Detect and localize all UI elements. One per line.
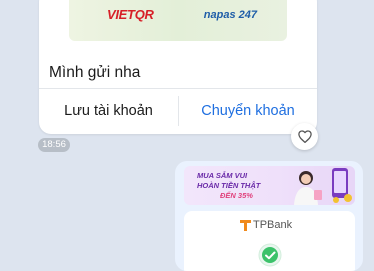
banner-line-2: HOÀN TIỀN THẬT — [197, 181, 261, 190]
success-check-icon — [258, 243, 282, 267]
message-text: Mình gửi nha — [49, 64, 141, 81]
transfer-button[interactable]: Chuyển khoản — [179, 96, 317, 126]
heart-icon — [297, 130, 312, 143]
bank-transfer-card[interactable]: VIETQR napas 247 Mình gửi nha Lưu tài kh… — [39, 0, 317, 134]
outgoing-bank-card[interactable]: MUA SẮM VUI HOÀN TIỀN THẬT ĐẾN 35% TPBan… — [175, 161, 363, 271]
napas-logo: napas 247 — [203, 9, 257, 21]
promo-phone-illustration — [332, 168, 352, 203]
vietqr-logo: VIETQR — [107, 7, 154, 22]
qr-brand-strip: VIETQR napas 247 — [69, 0, 287, 41]
banner-line-1: MUA SẮM VUI — [197, 171, 248, 180]
tpbank-logo: TPBank — [240, 219, 292, 231]
message-timestamp: 18:56 — [38, 138, 70, 152]
promo-banner[interactable]: MUA SẮM VUI HOÀN TIỀN THẬT ĐẾN 35% — [184, 166, 355, 205]
bank-info-panel: TPBank — [184, 211, 355, 271]
tpbank-logo-icon — [240, 219, 251, 231]
promo-woman-illustration — [294, 171, 322, 205]
divider — [39, 88, 317, 89]
bank-name: TPBank — [253, 219, 293, 231]
react-heart-button[interactable] — [291, 123, 318, 150]
save-account-button[interactable]: Lưu tài khoản — [39, 96, 178, 126]
banner-line-3: ĐẾN 35% — [220, 191, 253, 200]
